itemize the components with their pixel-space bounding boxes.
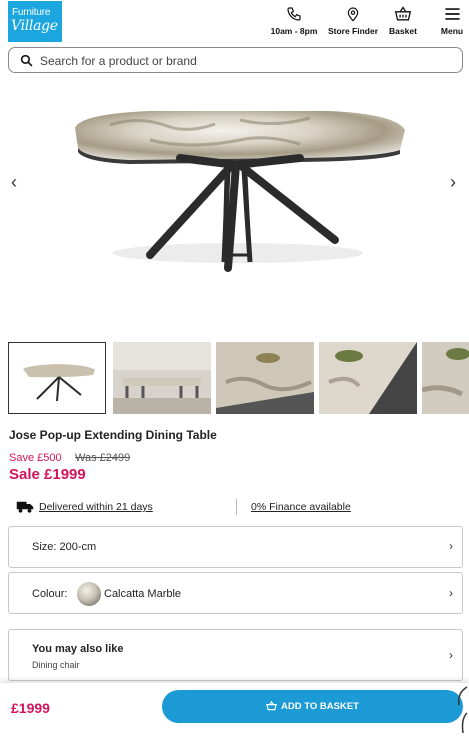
basket-icon (266, 700, 277, 711)
product-main-image (75, 111, 405, 272)
menu-label: Menu (440, 26, 464, 36)
search-input[interactable]: Search for a product or brand (40, 54, 197, 68)
save-amount: Save £500 (9, 452, 62, 464)
also-like-title: You may also like (32, 643, 124, 655)
hours-label: 10am - 8pm (270, 26, 318, 36)
delivery-link[interactable]: Delivered within 21 days (39, 501, 153, 513)
menu-button[interactable]: Menu (436, 6, 468, 36)
delivery-truck-icon (16, 501, 34, 513)
search-icon (20, 54, 33, 67)
bottom-price: £1999 (11, 700, 50, 716)
finance-link[interactable]: 0% Finance available (251, 501, 351, 513)
colour-selector[interactable]: Colour: Calcatta Marble › (8, 572, 463, 614)
page-curl-icon (457, 686, 468, 734)
you-may-also-like[interactable]: You may also like Dining chair › (8, 629, 463, 681)
chevron-right-icon: › (449, 539, 453, 553)
thumbnail-3[interactable] (216, 342, 314, 414)
sale-price: Sale £1999 (9, 466, 86, 483)
sticky-add-to-basket-bar: £1999 ADD TO BASKET (0, 683, 469, 739)
chevron-right-icon: › (449, 648, 453, 662)
size-label: Size: 200-cm (32, 541, 97, 553)
opening-hours-link[interactable]: 10am - 8pm (268, 6, 320, 36)
chevron-right-icon: › (449, 586, 453, 600)
store-finder-label: Store Finder (327, 26, 379, 36)
colour-label: Colour: (32, 588, 68, 600)
product-title: Jose Pop-up Extending Dining Table (9, 428, 217, 442)
phone-icon (287, 7, 301, 21)
marble-swatch (77, 582, 101, 606)
logo-line2: Village (11, 18, 58, 34)
hamburger-menu-icon (444, 8, 460, 20)
search-bar[interactable]: Search for a product or brand (8, 47, 463, 73)
site-header: Furniture Village 10am - 8pm Store Finde… (0, 0, 469, 44)
basket-icon (394, 6, 412, 21)
size-selector[interactable]: Size: 200-cm › (8, 526, 463, 568)
basket-label: Basket (389, 26, 417, 36)
thumbnail-2[interactable] (113, 342, 211, 414)
logo-line1: Furniture (12, 7, 51, 18)
add-to-basket-button[interactable]: ADD TO BASKET (162, 690, 463, 723)
add-to-basket-label: ADD TO BASKET (281, 701, 359, 712)
furniture-village-logo[interactable]: Furniture Village (8, 1, 62, 42)
thumbnail-5[interactable] (422, 342, 469, 414)
was-price: Was £2499 (75, 452, 131, 464)
gallery-next-icon[interactable]: › (450, 172, 456, 193)
location-pin-icon (347, 7, 359, 22)
thumbnail-4[interactable] (319, 342, 417, 414)
also-like-subtitle: Dining chair (32, 660, 80, 670)
gallery-prev-icon[interactable]: ‹ (11, 172, 17, 193)
thumbnail-1[interactable] (8, 342, 106, 414)
divider (236, 499, 237, 515)
basket-link[interactable]: Basket (385, 6, 421, 36)
gallery-thumbnails (8, 342, 469, 414)
store-finder-link[interactable]: Store Finder (325, 6, 381, 36)
colour-value: Calcatta Marble (104, 588, 182, 600)
